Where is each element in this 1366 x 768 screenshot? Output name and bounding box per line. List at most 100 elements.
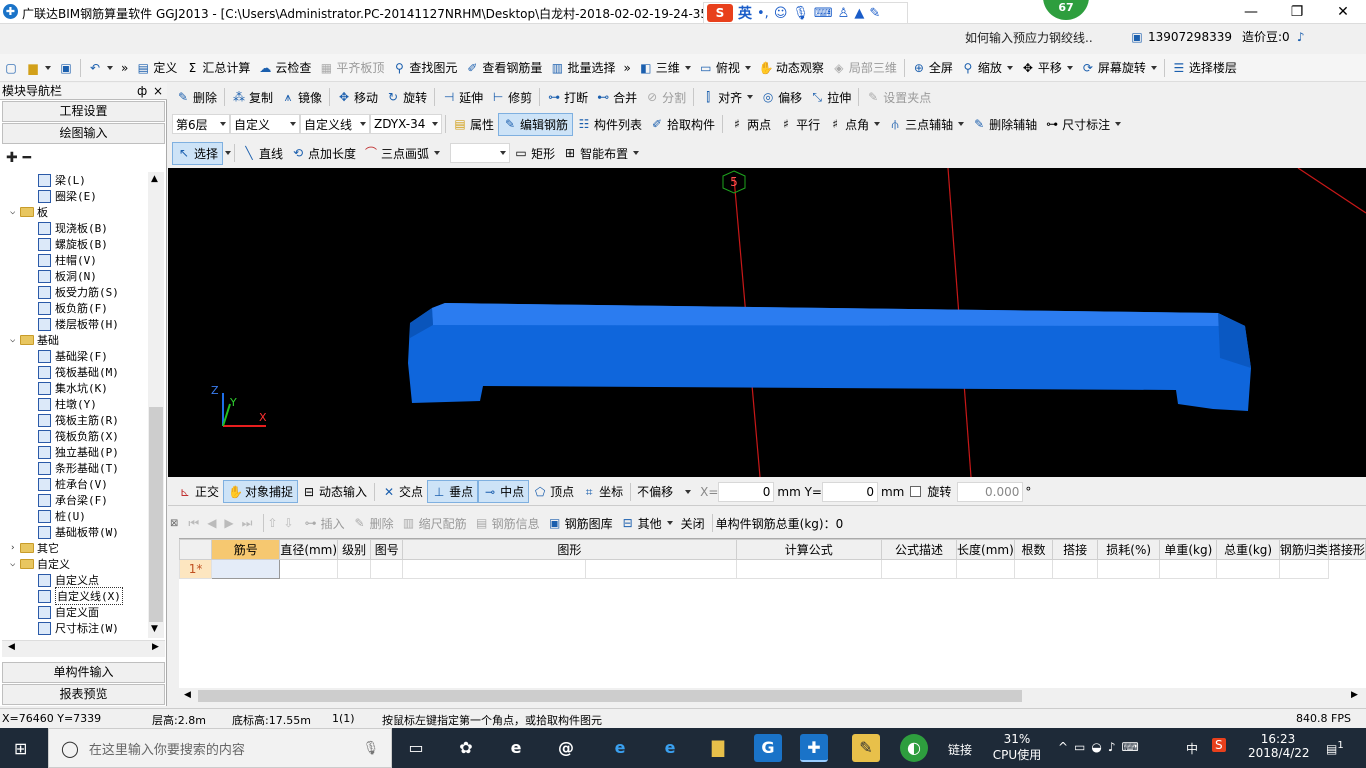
table-cell[interactable] [337,559,372,579]
rectangle-tool-button[interactable]: ▭ 矩形 [510,143,559,164]
keyboard-icon[interactable]: ⌨ [814,6,833,21]
insert-row-button[interactable]: ⊶ 插入 [300,513,349,534]
pin-icon[interactable]: ф [137,83,147,99]
table-cell[interactable] [211,559,281,579]
coordinate-snap-button[interactable]: ⌗ 坐标 [578,481,627,502]
close-panel-button[interactable]: 关闭 [677,513,709,534]
split-button[interactable]: ⊘ 分割 [641,87,690,108]
3d-scene[interactable]: 5 Z Y X [168,168,1366,477]
tree-item[interactable]: 基础板带(W) [2,524,148,540]
scale-rebar-button[interactable]: ▥ 缩尺配筋 [398,513,471,534]
toolbar-overflow-button[interactable]: » [117,59,132,77]
scroll-up-icon[interactable]: ▲ [151,174,158,184]
tree-item[interactable]: 现浇板(B) [2,220,148,236]
punctuation-icon[interactable]: •, [757,6,769,21]
perpendicular-snap-button[interactable]: ⊥ 垂点 [427,480,479,503]
move-row-icons[interactable]: ⇧⇩ [267,516,299,530]
tree-item[interactable]: 桩(U) [2,508,148,524]
pan-button[interactable]: ✥ 平移 [1017,57,1077,78]
green-app-icon[interactable]: ◐ [900,734,928,762]
new-file-button[interactable]: ▢ [0,59,22,77]
tree-item[interactable]: 筏板主筋(R) [2,412,148,428]
toolbar-overflow-2-button[interactable]: » [619,59,634,77]
column-header[interactable]: 单重(kg) [1159,539,1218,560]
summary-calc-button[interactable]: Σ 汇总计算 [181,57,254,78]
tree-item[interactable]: ⌵ 自定义 [2,556,148,572]
top-view-button[interactable]: ▭ 俯视 [695,57,755,78]
column-header[interactable]: 根数 [1013,539,1054,560]
intersection-snap-button[interactable]: ✕ 交点 [378,481,427,502]
ie-icon[interactable]: e [606,734,634,762]
record-nav-icons[interactable]: ⏮◀▶⏭ [188,516,260,531]
table-cell[interactable] [1052,559,1099,579]
local-3d-button[interactable]: ◈ 局部三维 [828,57,901,78]
arc-mode-select[interactable] [450,143,511,163]
pinwheel-app-icon[interactable]: ✿ [452,734,480,762]
zoom-button[interactable]: ⚲ 缩放 [957,57,1017,78]
ortho-button[interactable]: ⊾ 正交 [174,481,223,502]
tree-item[interactable]: 承台梁(F) [2,492,148,508]
two-point-button[interactable]: ♯ 两点 [726,114,775,135]
notification-badge[interactable]: 67 [1043,0,1089,20]
delete-axis-button[interactable]: ✎ 删除辅轴 [968,114,1041,135]
y-input[interactable]: 0 [821,481,878,502]
column-header[interactable]: 级别 [337,539,372,560]
file-explorer-icon[interactable]: ▇ [704,734,732,762]
ggj-app-icon[interactable]: ✚ [800,734,828,762]
stretch-button[interactable]: ⤡ 拉伸 [806,87,855,108]
properties-button[interactable]: ▤ 属性 [449,114,498,135]
category-select[interactable]: 自定义 [230,114,300,134]
project-settings-button[interactable]: 工程设置 [2,101,165,122]
microphone-icon[interactable]: 🎙 [362,741,379,756]
table-cell[interactable] [956,559,1015,579]
3d-view-button[interactable]: ◧ 三维 [635,57,695,78]
taskbar-search-box[interactable]: ◯ 在这里输入你要搜索的内容 🎙 [48,728,392,768]
wrench-icon[interactable]: ✎ [869,6,880,21]
task-view-icon[interactable]: ▭ [402,734,430,762]
tree-item[interactable]: 梁(L) [2,172,148,188]
table-scroll-thumb[interactable] [198,690,1022,702]
minimize-button[interactable]: — [1228,0,1274,24]
undo-button[interactable]: ↶ [84,59,117,77]
screen-rotate-button[interactable]: ⟳ 屏幕旋转 [1077,57,1161,78]
column-header[interactable]: 搭接形 [1327,539,1366,560]
input-language[interactable]: 中 [1186,740,1198,757]
offset-button[interactable]: ◎ 偏移 [757,87,806,108]
tree-item[interactable]: ⌵ 基础 [2,332,148,348]
tree-item[interactable]: 筏板基础(M) [2,364,148,380]
fullscreen-button[interactable]: ⊕ 全屏 [908,57,957,78]
table-cell[interactable] [1278,559,1329,579]
column-header[interactable]: 总重(kg) [1216,539,1280,560]
3d-viewport[interactable]: 5 Z Y X [168,168,1366,477]
column-header[interactable]: 图号 [370,539,404,560]
trim-button[interactable]: ⊢ 修剪 [487,87,536,108]
table-cell[interactable] [880,559,958,579]
tree-scroll-thumb[interactable] [149,407,163,622]
merge-button[interactable]: ⊷ 合并 [592,87,641,108]
sogou-tray-icon[interactable]: S [1212,738,1226,752]
glodon-g-icon[interactable]: G [754,734,782,762]
rebar-info-button[interactable]: ▤ 钢筋信息 [471,513,544,534]
single-component-input-button[interactable]: 单构件输入 [2,662,165,683]
pick-component-button[interactable]: ✐ 拾取构件 [646,114,719,135]
batch-select-button[interactable]: ▥ 批量选择 [546,57,619,78]
tree-item[interactable]: 螺旋板(B) [2,236,148,252]
account-area[interactable]: ▣ 13907298339 造价豆:0 ♪ [1130,28,1308,45]
column-header[interactable]: 图形 [402,539,737,560]
edit-rebar-button[interactable]: ✎ 编辑钢筋 [498,112,574,136]
rotate-checkbox[interactable] [910,486,922,497]
offset-mode-select[interactable]: 不偏移 [634,482,694,502]
parallel-button[interactable]: ♯ 平行 [775,114,824,135]
link-label[interactable]: 链接 [948,741,972,758]
table-row[interactable]: 1* [178,559,1366,579]
tree-item[interactable]: 自定义面 [2,604,148,620]
orbit-button[interactable]: ✋ 动态观察 [755,57,828,78]
object-snap-button[interactable]: ✋ 对象捕捉 [223,480,299,503]
clock[interactable]: 16:23 2018/4/22 [1248,732,1310,760]
tree-item[interactable]: 柱帽(V) [2,252,148,268]
tree-item[interactable]: 板负筋(F) [2,300,148,316]
column-header[interactable]: 计算公式 [735,539,882,560]
help-link[interactable]: 如何输入预应力钢绞线.. [965,29,1093,46]
smart-layout-button[interactable]: ⊞ 智能布置 [559,143,643,164]
mirror-button[interactable]: ⩚ 镜像 [277,87,326,108]
